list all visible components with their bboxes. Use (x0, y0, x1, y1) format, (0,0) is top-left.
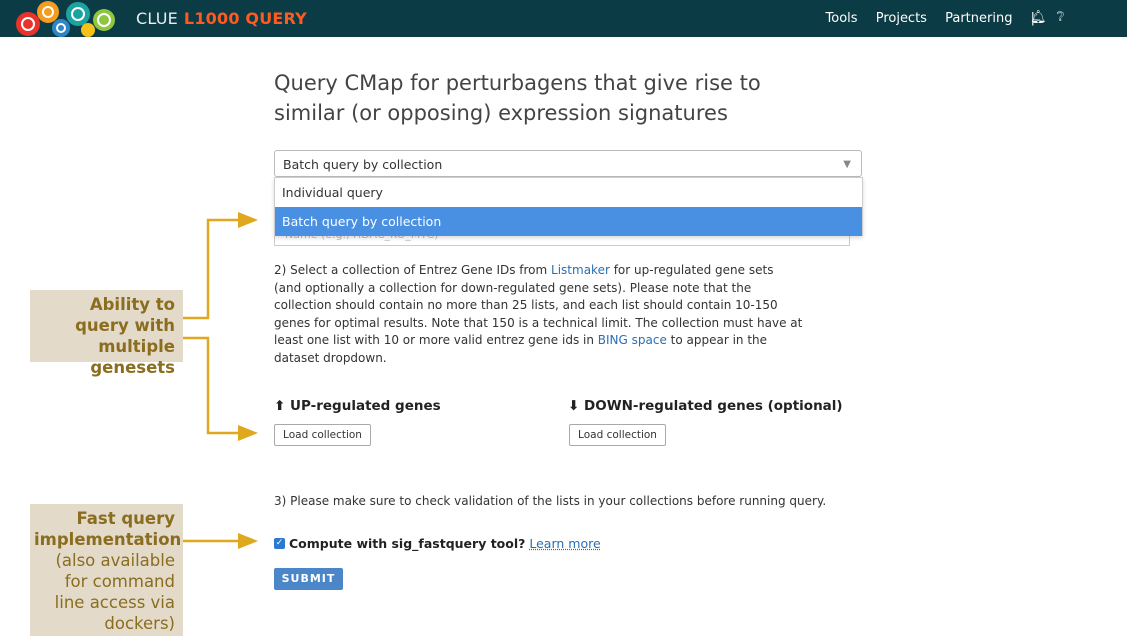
callout-fast-title: Fast query implementation (34, 509, 182, 549)
query-type-dropdown: Individual query Batch query by collecti… (274, 177, 863, 236)
callout-fast-note: (also available for command line access … (54, 551, 175, 633)
learn-more-link[interactable]: Learn more (529, 536, 600, 551)
option-batch-query[interactable]: Batch query by collection (275, 207, 862, 236)
top-nav: Tools Projects Partnering | (812, 11, 1035, 26)
arrowhead-1 (238, 212, 258, 228)
load-down-collection-button[interactable]: Load collection (569, 424, 666, 446)
up-regulated-title: ⬆︎ UP-regulated genes (274, 398, 441, 414)
callout-multiple-genesets: Ability to query with multiple genesets (30, 290, 183, 377)
callout-fast-query: Fast query implementation (also availabl… (30, 504, 183, 636)
clue-logo[interactable] (14, 0, 124, 37)
app-title[interactable]: CLUE L1000 QUERY (136, 9, 307, 28)
fastquery-label: Compute with sig_fastquery tool? (289, 536, 526, 551)
query-type-value: Batch query by collection (283, 157, 443, 172)
arrow-down-circle-icon: ⬇︎ (568, 398, 580, 414)
brand-name: L1000 QUERY (183, 9, 307, 28)
brand-prefix: CLUE (136, 9, 178, 28)
listmaker-link[interactable]: Listmaker (551, 263, 610, 277)
bing-space-link[interactable]: BING space (598, 333, 667, 347)
caret-down-icon: ▼ (843, 159, 851, 170)
arrow-line-multi-2 (183, 336, 240, 435)
bell-icon[interactable]: 🔔︎ (1030, 10, 1047, 25)
submit-button[interactable]: SUBMIT (274, 568, 343, 590)
option-individual-query[interactable]: Individual query (275, 178, 862, 207)
load-up-collection-button[interactable]: Load collection (274, 424, 371, 446)
step2-instructions: 2) Select a collection of Entrez Gene ID… (274, 262, 804, 367)
arrow-line-multi (183, 218, 240, 320)
nav-tools[interactable]: Tools (826, 11, 858, 26)
down-regulated-title: ⬇︎ DOWN-regulated genes (optional) (568, 398, 843, 414)
nav-projects[interactable]: Projects (876, 11, 927, 26)
arrow-up-circle-icon: ⬆︎ (274, 398, 286, 414)
top-icons: 🔔︎ ❔︎ (1030, 10, 1070, 25)
top-navbar: CLUE L1000 QUERY Tools Projects Partnerin… (0, 0, 1127, 37)
down-title-text: DOWN-regulated genes (optional) (584, 398, 843, 414)
arrowhead-2 (238, 425, 258, 441)
question-circle-icon[interactable]: ❔︎ (1057, 10, 1065, 25)
step3-instructions: 3) Please make sure to check validation … (274, 494, 827, 508)
nav-partnering[interactable]: Partnering (945, 11, 1012, 26)
fastquery-checkbox[interactable]: ✓ (274, 538, 285, 549)
step2-text1: 2) Select a collection of Entrez Gene ID… (274, 263, 552, 277)
page-title: Query CMap for perturbagens that give ri… (274, 71, 761, 125)
callout-multiple-text: Ability to query with multiple genesets (75, 295, 175, 377)
query-type-select[interactable]: Batch query by collection ▼ (274, 150, 862, 177)
fastquery-row: ✓ Compute with sig_fastquery tool? Learn … (274, 535, 601, 551)
up-title-text: UP-regulated genes (290, 398, 441, 414)
arrowhead-3 (238, 533, 258, 549)
